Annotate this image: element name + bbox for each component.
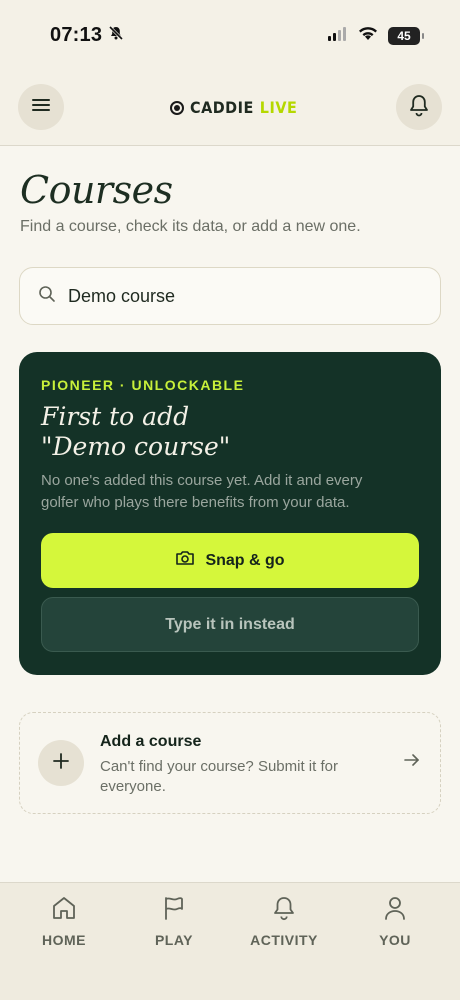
snap-and-go-label: Snap & go (205, 551, 285, 569)
plus-icon (52, 752, 70, 775)
flag-icon (161, 895, 187, 926)
type-it-in-button[interactable]: Type it in instead (41, 597, 419, 652)
home-icon (51, 895, 77, 926)
add-course-description: Can't find your course? Submit it for ev… (100, 758, 338, 795)
pioneer-card: PIONEER · UNLOCKABLE First to add "Demo … (19, 352, 441, 675)
main-content: Courses Find a course, check its data, o… (0, 146, 460, 882)
menu-button[interactable] (18, 84, 64, 130)
nav-play[interactable]: PLAY (119, 895, 229, 948)
brand-dot-icon (170, 100, 184, 115)
wifi-icon (358, 26, 378, 46)
search-box[interactable] (19, 267, 441, 325)
status-bar: 07:13 45 (0, 0, 460, 76)
type-it-in-label: Type it in instead (165, 615, 295, 633)
snap-and-go-button[interactable]: Snap & go (41, 533, 419, 588)
add-course-plus-button[interactable] (38, 740, 84, 786)
notifications-button[interactable] (396, 84, 442, 130)
nav-activity-label: ACTIVITY (250, 932, 318, 948)
pioneer-tag: PIONEER · UNLOCKABLE (41, 377, 245, 393)
search-icon (38, 285, 56, 308)
nav-you[interactable]: YOU (340, 895, 450, 948)
brand-name: CADDIE (190, 98, 254, 117)
brand-logo: CADDIE LIVE (170, 98, 297, 117)
pioneer-title-line2: "Demo course" (41, 432, 231, 461)
camera-icon (175, 549, 195, 572)
nav-home-label: HOME (42, 932, 86, 948)
bell-icon (408, 93, 430, 122)
brand-live-label: LIVE (259, 98, 298, 117)
battery-indicator: 45 (388, 27, 424, 45)
pioneer-title: First to add "Demo course" (41, 402, 421, 462)
bell-muted-icon (108, 24, 124, 47)
pioneer-title-line1: First to add (41, 402, 190, 431)
bell-icon (271, 895, 297, 926)
page-title: Courses (20, 168, 173, 212)
page-subtitle: Find a course, check its data, or add a … (20, 218, 361, 235)
nav-you-label: YOU (379, 932, 411, 948)
arrow-right-icon (404, 753, 420, 772)
nav-play-label: PLAY (154, 932, 194, 948)
status-time: 07:13 (50, 24, 124, 47)
pioneer-description: No one's added this course yet. Add it a… (41, 472, 363, 511)
add-course-card[interactable]: Add a course Can't find your course? Sub… (19, 712, 441, 814)
cellular-signal-icon (328, 26, 348, 46)
status-icons: 45 (328, 26, 424, 46)
clock-text: 07:13 (50, 24, 103, 46)
search-input[interactable] (68, 285, 408, 307)
user-icon (382, 895, 408, 926)
nav-activity[interactable]: ACTIVITY (229, 895, 339, 948)
nav-home[interactable]: HOME (9, 895, 119, 948)
bottom-nav: HOME PLAY ACTIVITY YOU (0, 882, 460, 1000)
add-course-title: Add a course (100, 733, 202, 750)
hamburger-menu-icon (31, 97, 51, 118)
app-header: CADDIE LIVE (0, 76, 460, 146)
